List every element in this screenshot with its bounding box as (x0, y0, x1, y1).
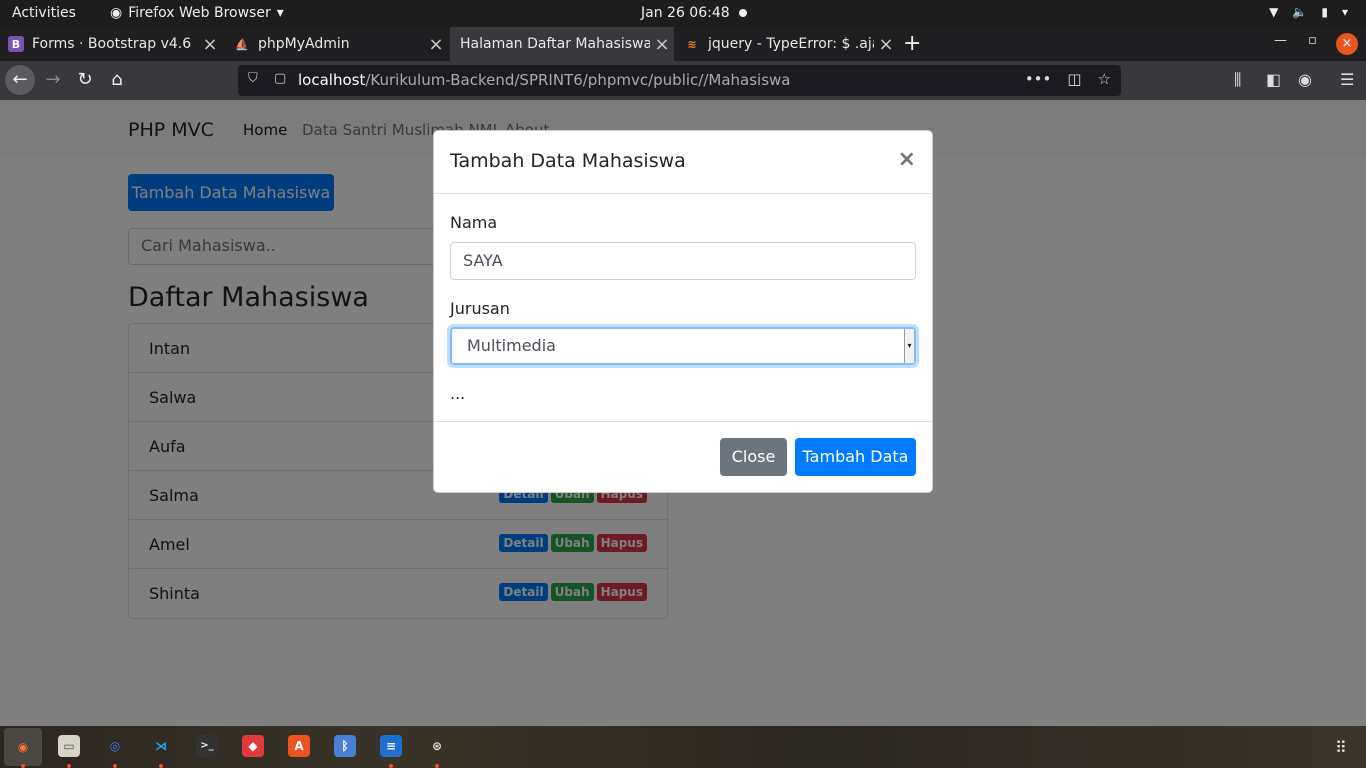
running-indicator-icon (113, 764, 117, 768)
menu-icon[interactable]: ☰ (1340, 70, 1354, 89)
modal-ellipsis: ... (450, 384, 466, 403)
minimize-icon[interactable]: — (1274, 33, 1287, 48)
phpmyadmin-icon: ⛵ (235, 37, 249, 51)
anydesk-icon[interactable]: ◆ (242, 735, 264, 757)
chevron-down-icon: ▾ (1341, 5, 1348, 19)
tab-label: jquery - TypeError: $ .ajax (708, 36, 874, 52)
account-icon[interactable]: ◉ (1298, 70, 1312, 89)
reload-button[interactable]: ↻ (70, 65, 100, 95)
bluetooth-icon[interactable]: ᛒ (334, 735, 356, 757)
submit-button[interactable]: Tambah Data (795, 438, 916, 476)
firefox-icon[interactable]: ◉ (4, 728, 42, 766)
tab-label: Forms · Bootstrap v4.6 (32, 36, 192, 52)
system-top-bar: Activities ◉ Firefox Web Browser ▾ Jan 2… (0, 0, 1366, 27)
firefox-icon: ◉ (110, 5, 123, 21)
tab-label: Halaman Daftar Mahasiswa (460, 36, 650, 52)
battery-icon: ▮ (1321, 5, 1328, 19)
tab-jquery-typeerror[interactable]: ≋ jquery - TypeError: $ .ajax × (676, 27, 898, 61)
software-center-icon[interactable]: A (288, 735, 310, 757)
close-button[interactable]: Close (720, 438, 787, 476)
navigation-toolbar: ← → ↻ ⌂ ⛉ ▢ localhost/Kurikulum-Backend/… (0, 61, 1366, 100)
running-indicator-icon (389, 764, 393, 768)
system-tray[interactable]: ▼ 🔈 ▮ ▾ (1269, 5, 1348, 19)
running-indicator-icon (67, 764, 71, 768)
modal-header: Tambah Data Mahasiswa × (434, 131, 932, 194)
close-tab-icon[interactable]: × (874, 34, 898, 55)
tab-bootstrap-forms[interactable]: B Forms · Bootstrap v4.6 × (0, 27, 222, 61)
close-tab-icon[interactable]: × (198, 34, 222, 55)
close-icon[interactable]: × (898, 147, 916, 172)
url-bar[interactable]: ⛉ ▢ localhost/Kurikulum-Backend/SPRINT6/… (238, 65, 1121, 96)
running-indicator-icon (159, 764, 163, 768)
modal-footer: Close Tambah Data (434, 421, 932, 493)
dropdown-arrow-icon[interactable]: ▾ (904, 329, 914, 363)
modal-title: Tambah Data Mahasiswa (450, 150, 686, 172)
new-tab-button[interactable]: + (903, 31, 921, 56)
tab-label: phpMyAdmin (258, 36, 350, 52)
major-select[interactable]: Multimedia ▾ (450, 327, 916, 365)
sidebar-icon[interactable]: ◧ (1266, 70, 1281, 89)
forward-button[interactable]: → (38, 65, 68, 95)
add-student-modal: Tambah Data Mahasiswa × Nama SAYA Jurusa… (433, 130, 933, 493)
url-host: localhost (298, 71, 366, 89)
clock[interactable]: Jan 26 06:48 (641, 5, 730, 21)
wifi-icon: ▼ (1269, 5, 1279, 19)
library-icon[interactable]: ⫼ (1234, 70, 1241, 90)
dock: ◉ ▭ ◎ ⋊ >_ ◆ A ᛒ ≡ ⊛ ⠿ (0, 726, 1366, 768)
stackoverflow-icon: ≋ (687, 37, 697, 51)
pocket-icon[interactable]: ◫ (1067, 70, 1081, 88)
notification-dot-icon (739, 9, 747, 17)
url-text: localhost/Kurikulum-Backend/SPRINT6/phpm… (298, 71, 790, 89)
url-path: /Kurikulum-Backend/SPRINT6/phpmvc/public… (365, 71, 791, 89)
major-label: Jurusan (450, 299, 510, 318)
major-select-value: Multimedia (467, 336, 556, 355)
page-info-icon[interactable]: ▢ (274, 71, 286, 86)
app-menu-label: Firefox Web Browser (128, 5, 271, 21)
close-tab-icon[interactable]: × (424, 34, 448, 55)
bookmark-star-icon[interactable]: ☆ (1098, 70, 1111, 88)
tab-phpmyadmin[interactable]: ⛵ phpMyAdmin × (226, 27, 448, 61)
volume-icon: 🔈 (1292, 5, 1308, 19)
activities-button[interactable]: Activities (12, 5, 76, 21)
close-tab-icon[interactable]: × (650, 34, 674, 55)
app-menu[interactable]: ◉ Firefox Web Browser ▾ (110, 5, 284, 21)
close-window-icon[interactable]: × (1336, 33, 1358, 55)
show-applications-icon[interactable]: ⠿ (1335, 738, 1347, 757)
running-indicator-icon (435, 764, 439, 768)
chrome-icon[interactable]: ◎ (104, 735, 126, 757)
terminal-icon[interactable]: >_ (196, 735, 218, 757)
vscode-icon[interactable]: ⋊ (150, 735, 172, 757)
more-actions-icon[interactable]: ••• (1025, 70, 1052, 88)
chevron-down-icon: ▾ (276, 5, 284, 21)
document-editor-icon[interactable]: ≡ (380, 735, 402, 757)
running-indicator-icon (21, 764, 25, 768)
tab-strip: B Forms · Bootstrap v4.6 × ⛵ phpMyAdmin … (0, 27, 1366, 61)
files-icon[interactable]: ▭ (58, 735, 80, 757)
software-updater-icon[interactable]: ⊛ (426, 735, 448, 757)
shield-icon[interactable]: ⛉ (248, 71, 258, 86)
back-button[interactable]: ← (5, 65, 35, 95)
name-label: Nama (450, 213, 498, 232)
name-field[interactable]: SAYA (450, 242, 916, 280)
home-button[interactable]: ⌂ (102, 65, 132, 95)
bootstrap-icon: B (8, 36, 24, 52)
maximize-icon[interactable]: ▫ (1308, 33, 1317, 48)
tab-halaman-daftar-mahasiswa[interactable]: Halaman Daftar Mahasiswa × (450, 27, 674, 61)
